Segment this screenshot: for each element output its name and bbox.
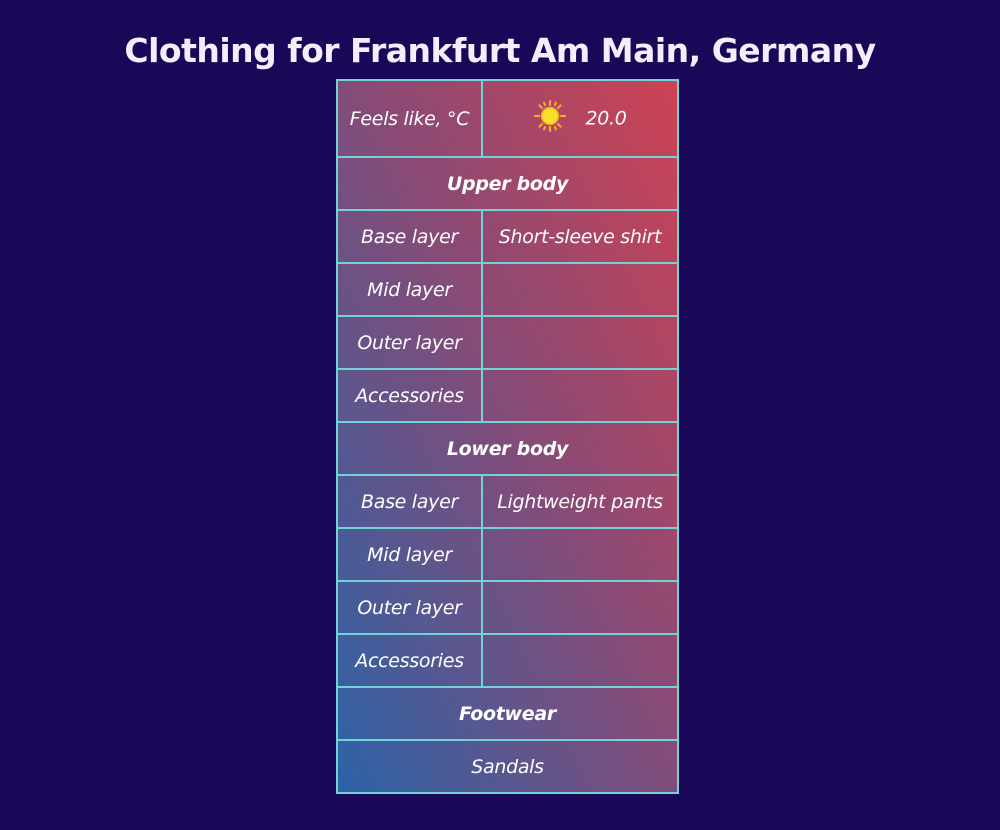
section-row: Upper body [336,156,679,211]
row-label: Accessories [336,633,483,688]
feels-like-value-cell: 20.0 [481,79,679,158]
row-value: Short-sleeve shirt [481,209,679,264]
clothing-table: Feels like, °C 20.0 Upper body Base laye [336,79,679,794]
footwear-heading: Footwear [336,686,679,741]
lower-body-heading: Lower body [336,421,679,476]
table-row: Base layer Lightweight pants [336,474,679,529]
table-row: Base layer Short-sleeve shirt [336,209,679,264]
table-row: Outer layer [336,580,679,635]
table-row: Accessories [336,368,679,423]
table-row: Mid layer [336,527,679,582]
row-value [481,315,679,370]
row-value [481,527,679,582]
row-value: Lightweight pants [481,474,679,529]
upper-body-heading: Upper body [336,156,679,211]
footwear-value: Sandals [336,739,679,794]
section-row: Lower body [336,421,679,476]
row-label: Mid layer [336,262,483,317]
row-value [481,580,679,635]
feels-like-row: Feels like, °C 20.0 [336,79,679,158]
feels-like-value: 20.0 [585,107,627,130]
section-row: Footwear [336,686,679,741]
row-value [481,262,679,317]
row-label: Outer layer [336,580,483,635]
page-title: Clothing for Frankfurt Am Main, Germany [124,31,876,70]
row-label: Outer layer [336,315,483,370]
table-row: Mid layer [336,262,679,317]
row-label: Accessories [336,368,483,423]
row-label: Mid layer [336,527,483,582]
feels-like-label: Feels like, °C [336,79,483,158]
table-row: Outer layer [336,315,679,370]
row-label: Base layer [336,209,483,264]
row-label: Base layer [336,474,483,529]
sun-icon [533,99,567,138]
table-row: Accessories [336,633,679,688]
table-row: Sandals [336,739,679,794]
row-value [481,368,679,423]
row-value [481,633,679,688]
